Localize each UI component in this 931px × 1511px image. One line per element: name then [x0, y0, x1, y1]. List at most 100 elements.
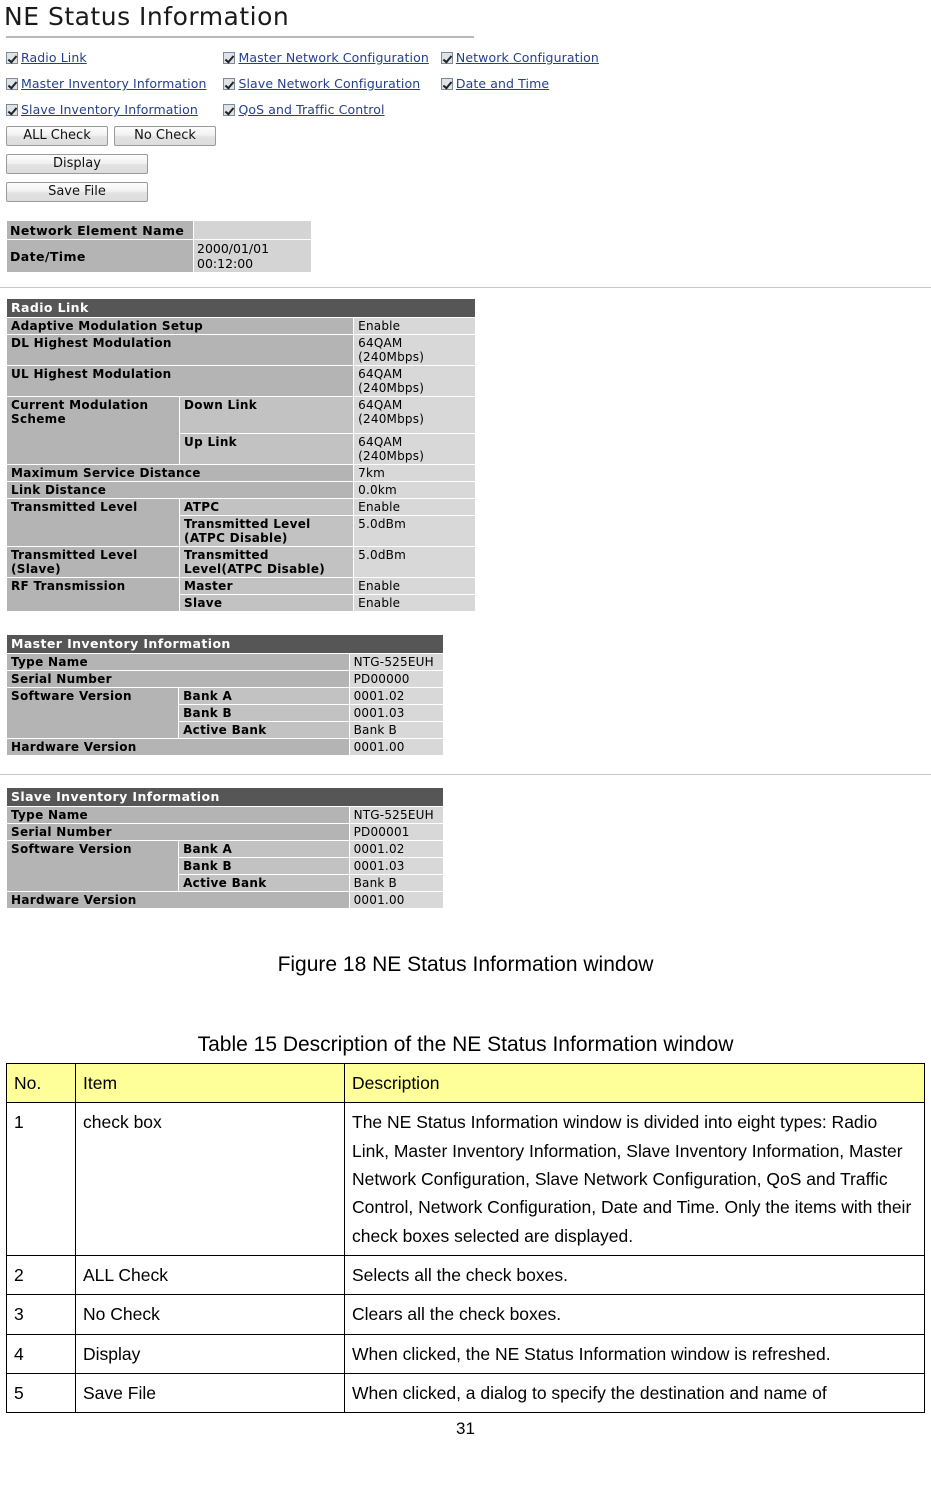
checkbox-row: Radio Link Master Network Configuration … [6, 48, 626, 74]
table-row: Hardware Version 0001.00 [6, 891, 445, 909]
checkbox-label[interactable]: Network Configuration [456, 50, 599, 65]
row-value: 7km [353, 464, 476, 482]
checkbox-label[interactable]: Date and Time [456, 76, 549, 91]
check-buttons-row: ALL Check No Check [6, 126, 931, 150]
row-value: Enable [353, 594, 476, 612]
row-value: 0.0km [353, 481, 476, 499]
checkbox-item-slave-network-configuration[interactable]: Slave Network Configuration [223, 74, 436, 94]
checkbox-item-radio-link[interactable]: Radio Link [6, 48, 219, 68]
table-row: Software Version Bank A 0001.02 [5, 687, 445, 739]
row-value: 64QAM (240Mbps) [353, 334, 476, 366]
cell-no: 5 [6, 1373, 76, 1414]
display-button[interactable]: Display [6, 154, 148, 174]
table-row: DL Highest Modulation 64QAM (240Mbps) [5, 334, 476, 366]
cell-no: 2 [6, 1255, 76, 1296]
cell-no: 3 [6, 1294, 76, 1335]
row-value: Bank B [348, 721, 445, 739]
table-row: Type Name NTG-525EUH [6, 806, 445, 824]
row-label: Link Distance [5, 481, 355, 499]
cell-item: Save File [75, 1373, 345, 1414]
column-header-no: No. [6, 1062, 76, 1104]
checkbox-label[interactable]: QoS and Traffic Control [238, 102, 384, 117]
slave-inventory-section-header: Slave Inventory Information [6, 787, 444, 807]
no-check-button[interactable]: No Check [114, 126, 216, 146]
row-value: Enable [353, 317, 476, 335]
row-label: Type Name [6, 653, 350, 671]
checkbox-label[interactable]: Master Inventory Information [21, 76, 207, 91]
radio-link-table: Radio Link Adaptive Modulation Setup Ena… [5, 298, 476, 612]
checkbox-label[interactable]: Master Network Configuration [238, 50, 428, 65]
title-divider [6, 36, 474, 38]
checkbox-item-master-network-configuration[interactable]: Master Network Configuration [223, 48, 436, 68]
table-row: Maximum Service Distance 7km [5, 464, 476, 482]
save-file-button[interactable]: Save File [6, 182, 148, 202]
section-divider [0, 774, 931, 775]
checkbox-label[interactable]: Radio Link [21, 50, 87, 65]
cell-item: ALL Check [75, 1255, 345, 1296]
status-type-checkbox-group: Radio Link Master Network Configuration … [6, 48, 626, 126]
row-sublabel: Bank B [178, 857, 350, 875]
checkbox-checked-icon[interactable] [223, 78, 236, 90]
table-row: 1 check box The NE Status Information wi… [6, 1102, 925, 1257]
checkbox-checked-icon[interactable] [223, 52, 236, 64]
row-label: DL Highest Modulation [5, 334, 355, 366]
cell-description: Clears all the check boxes. [344, 1294, 925, 1335]
network-element-name-value [193, 220, 312, 240]
table-row: Adaptive Modulation Setup Enable [5, 317, 476, 335]
checkbox-row: Slave Inventory Information QoS and Traf… [6, 100, 626, 126]
cell-description: The NE Status Information window is divi… [344, 1102, 925, 1257]
master-inventory-table: Master Inventory Information Type Name N… [5, 634, 445, 756]
checkbox-item-qos-and-traffic-control[interactable]: QoS and Traffic Control [223, 100, 436, 120]
date-time-label: Date/Time [6, 239, 194, 273]
row-value: NTG-525EUH [348, 653, 445, 671]
checkbox-checked-icon[interactable] [440, 78, 453, 90]
all-check-button[interactable]: ALL Check [6, 126, 108, 146]
save-file-button-row: Save File [6, 182, 931, 206]
table-row: Transmitted Level (Slave) Transmitted Le… [5, 546, 476, 578]
row-label: Hardware Version [6, 891, 350, 909]
column-header-description: Description [344, 1062, 925, 1104]
cell-item: Display [75, 1333, 345, 1375]
row-label: RF Transmission [5, 577, 181, 612]
checkbox-checked-icon[interactable] [6, 78, 18, 90]
checkbox-checked-icon[interactable] [6, 104, 18, 116]
row-value: Enable [353, 577, 476, 595]
table-header-row: No. Item Description [6, 1062, 925, 1104]
row-sublabel: Master [179, 577, 355, 595]
row-sublabel: Down Link [179, 396, 355, 434]
checkbox-checked-icon[interactable] [440, 52, 453, 64]
row-label: Hardware Version [6, 738, 350, 756]
row-sublabel: Active Bank [178, 874, 350, 892]
cell-description: When clicked, the NE Status Information … [344, 1333, 925, 1375]
checkbox-label[interactable]: Slave Network Configuration [238, 76, 420, 91]
row-sublabel: Bank B [178, 704, 350, 722]
checkbox-item-network-configuration[interactable]: Network Configuration [440, 48, 621, 68]
row-value: 0001.00 [348, 891, 445, 909]
cell-no: 1 [6, 1102, 76, 1257]
row-value: PD00000 [348, 670, 445, 688]
row-value: 0001.02 [348, 687, 445, 705]
checkbox-label[interactable]: Slave Inventory Information [21, 102, 198, 117]
row-label: Current Modulation Scheme [5, 396, 181, 465]
row-value: Enable [353, 498, 476, 516]
checkbox-checked-icon[interactable] [6, 52, 18, 64]
table-row: 2 ALL Check Selects all the check boxes. [6, 1255, 925, 1296]
section-header-row: Radio Link [6, 298, 476, 318]
row-sublabel: Active Bank [178, 721, 350, 739]
table-row: Network Element Name [6, 220, 312, 240]
table-row: 5 Save File When clicked, a dialog to sp… [6, 1373, 925, 1414]
row-label: Transmitted Level [5, 498, 181, 547]
row-label: Transmitted Level (Slave) [5, 546, 181, 578]
page-title: NE Status Information [4, 2, 290, 31]
row-label: Serial Number [6, 823, 350, 841]
checkbox-item-master-inventory-information[interactable]: Master Inventory Information [6, 74, 219, 94]
row-value: 64QAM (240Mbps) [353, 396, 476, 434]
row-label: Serial Number [6, 670, 350, 688]
checkbox-item-slave-inventory-information[interactable]: Slave Inventory Information [6, 100, 219, 120]
checkbox-item-date-and-time[interactable]: Date and Time [440, 74, 621, 94]
checkbox-checked-icon[interactable] [223, 104, 236, 116]
row-sublabel: Bank A [178, 840, 350, 858]
row-value: 64QAM (240Mbps) [353, 365, 476, 397]
table-row: Hardware Version 0001.00 [6, 738, 445, 756]
row-label: Software Version [5, 840, 180, 892]
